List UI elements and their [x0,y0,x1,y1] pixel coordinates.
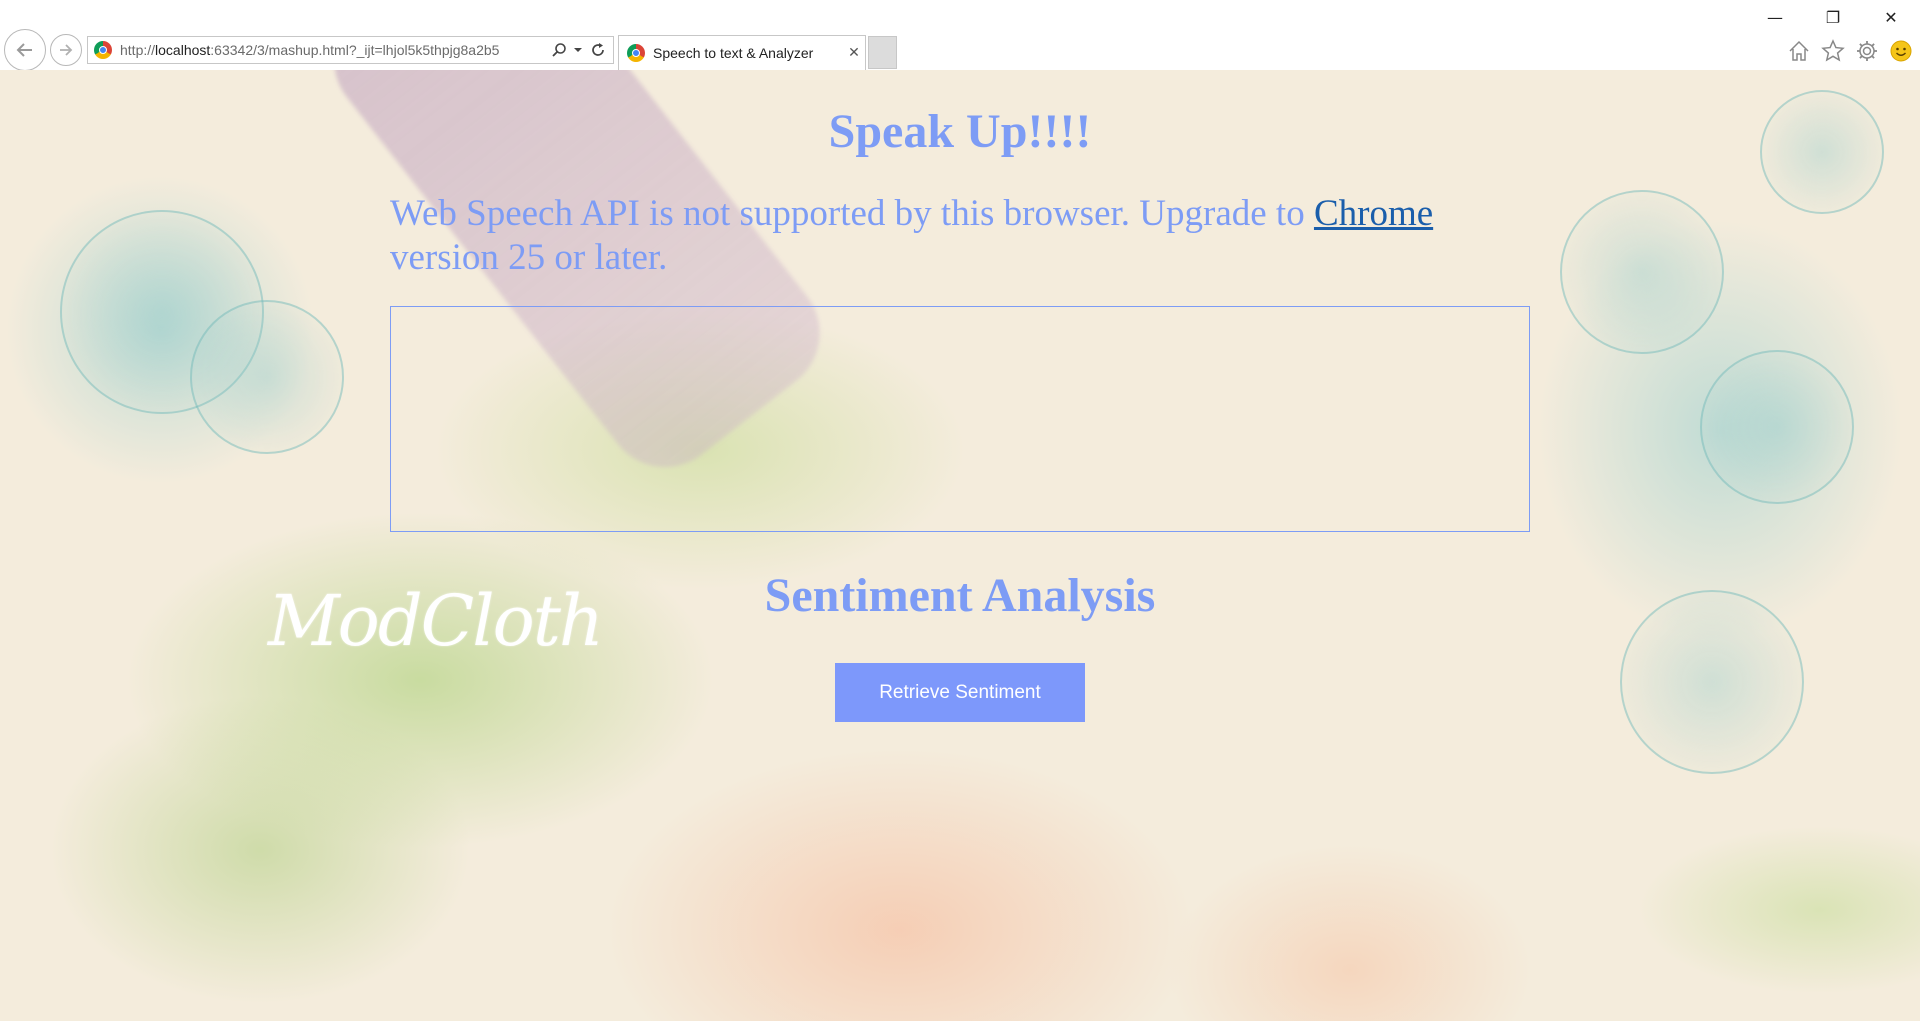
chrome-favicon-icon [627,44,645,62]
restore-button[interactable]: ❐ [1804,0,1862,34]
browser-support-notice: Web Speech API is not supported by this … [390,193,1434,278]
chrome-link[interactable]: Chrome [1314,193,1433,234]
toolbar-icons [1786,38,1914,64]
page-content: Speak Up!!!! Web Speech API is not suppo… [0,70,1920,1021]
new-tab-button[interactable] [868,36,897,69]
address-bar[interactable]: http://localhost:63342/3/mashup.html?_ij… [87,36,614,64]
background-flower-image [1700,350,1854,504]
smiley-feedback-icon[interactable] [1888,38,1914,64]
gear-icon[interactable] [1854,38,1880,64]
window-controls: — ❐ ✕ [1746,0,1920,34]
page-title: Speak Up!!!! [828,105,1092,158]
url-field[interactable]: http://localhost:63342/3/mashup.html?_ij… [120,42,545,58]
modcloth-logo: ModCloth [268,580,604,662]
tab-close-button[interactable]: ✕ [843,45,865,61]
tab-title: Speech to text & Analyzer [653,45,814,61]
chevron-down-icon[interactable] [573,45,583,55]
favorites-star-icon[interactable] [1820,38,1846,64]
transcript-output[interactable] [390,306,1530,532]
home-icon[interactable] [1786,38,1812,64]
arrow-left-icon [16,43,32,57]
retrieve-sentiment-button[interactable]: Retrieve Sentiment [835,663,1085,722]
background-flower-image [1560,190,1724,354]
search-icon[interactable] [551,42,567,58]
close-window-button[interactable]: ✕ [1862,0,1920,34]
back-button[interactable] [4,29,46,71]
minimize-button[interactable]: — [1746,0,1804,34]
address-actions [545,41,613,59]
refresh-icon[interactable] [589,41,607,59]
arrow-right-icon [60,44,73,56]
forward-button[interactable] [50,34,82,66]
tab-speech-analyzer[interactable]: Speech to text & Analyzer ✕ [618,35,866,70]
background-flower-image [190,300,344,454]
browser-chrome: — ❐ ✕ http://localhost:63342/3/mashup.ht… [0,0,1920,71]
chrome-favicon-icon [94,41,112,59]
